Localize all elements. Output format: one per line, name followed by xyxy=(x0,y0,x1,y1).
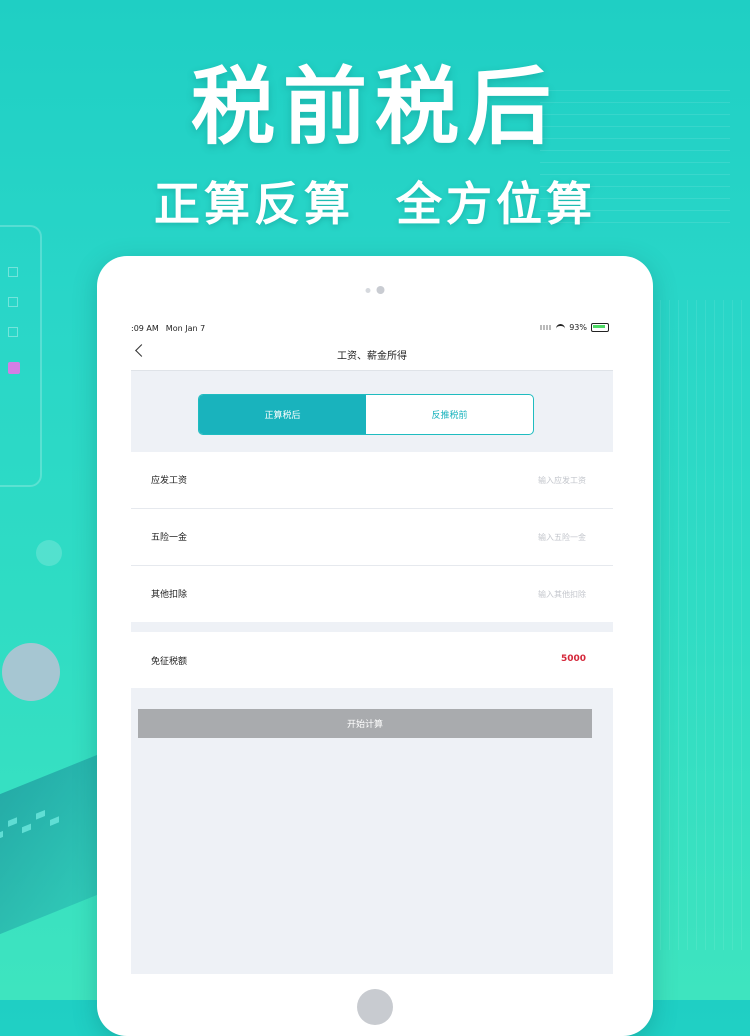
start-calculation-button[interactable]: 开始计算 xyxy=(138,709,592,738)
exemption-value: 5000 xyxy=(560,654,586,664)
status-bar: :09 AM Mon Jan 7 93% xyxy=(131,318,613,338)
gross-salary-label: 应发工资 xyxy=(151,476,188,486)
other-deductions-input[interactable]: 输入其他扣除 xyxy=(538,589,586,600)
segment-reverse-calc[interactable]: 反推税前 xyxy=(366,395,533,434)
social-insurance-input[interactable]: 输入五险一金 xyxy=(538,532,586,543)
social-insurance-label: 五险一金 xyxy=(151,533,188,543)
battery-icon xyxy=(591,323,609,332)
hero-title: 税前税后 xyxy=(190,58,559,156)
other-deductions-label: 其他扣除 xyxy=(151,590,188,600)
mode-segmented-control: 正算税后 反推税前 xyxy=(198,394,534,435)
decor-keyboard xyxy=(0,749,110,951)
hero-subtitle: 正算反算 全方位算 xyxy=(0,168,750,234)
status-time: :09 AM xyxy=(131,324,159,333)
decor-circle xyxy=(2,643,60,701)
battery-percent: 93% xyxy=(569,323,587,332)
background-frame xyxy=(0,225,42,487)
exemption-label: 免征税额 xyxy=(151,657,188,667)
wifi-icon xyxy=(556,323,566,332)
form-row-gross-salary: 应发工资 输入应发工资 xyxy=(131,452,613,509)
hero-subtitle-right: 全方位算 xyxy=(396,177,596,231)
decor-square xyxy=(8,297,18,307)
status-date: Mon Jan 7 xyxy=(165,324,206,333)
page-title: 工资、薪金所得 xyxy=(337,351,407,362)
signal-icon xyxy=(540,325,553,330)
form-row-other-deductions: 其他扣除 输入其他扣除 xyxy=(131,566,613,622)
hero-subtitle-left: 正算反算 xyxy=(154,177,354,231)
camera-icon xyxy=(365,286,385,294)
home-button xyxy=(357,989,393,1025)
decor-pink-square xyxy=(8,362,20,374)
decor-square xyxy=(8,327,18,337)
decor-square xyxy=(8,267,18,277)
tax-exemption-row[interactable]: 免征税额 5000 xyxy=(131,632,613,688)
gross-salary-input[interactable]: 输入应发工资 xyxy=(538,475,586,486)
navigation-bar: 工资、薪金所得 xyxy=(131,338,613,371)
salary-form: 应发工资 输入应发工资 五险一金 输入五险一金 其他扣除 输入其他扣除 xyxy=(131,452,613,622)
tablet-frame: :09 AM Mon Jan 7 93% 工资、薪金所得 正算税后 反推税前 应发… xyxy=(97,256,653,1036)
decor-blob xyxy=(36,540,62,566)
form-row-social-insurance: 五险一金 输入五险一金 xyxy=(131,509,613,566)
segment-forward-calc[interactable]: 正算税后 xyxy=(199,395,366,434)
app-screen: :09 AM Mon Jan 7 93% 工资、薪金所得 正算税后 反推税前 应发… xyxy=(131,318,613,974)
